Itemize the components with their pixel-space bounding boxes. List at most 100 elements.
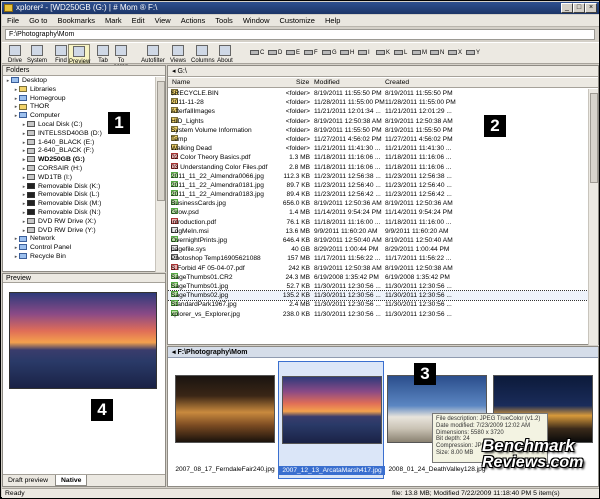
tree-item[interactable]: ▸ Desktop — [3, 77, 155, 86]
tab-native[interactable]: Native — [55, 475, 88, 486]
menu-item-actions[interactable]: Actions — [176, 15, 211, 27]
file-modified: 11/18/2011 11:16:00 ... — [314, 218, 381, 226]
file-row[interactable]: $RECYCLE.BIN <folder> 8/19/2011 11:55:50 P… — [168, 89, 588, 98]
drive-button-x[interactable]: X — [448, 48, 462, 59]
folder-scroll-thumb[interactable] — [157, 81, 165, 201]
columns-button[interactable]: Columns — [191, 44, 215, 64]
file-name: System Volume Information — [171, 126, 252, 134]
thumbnail[interactable]: 2007_08_17_FerndaleFair240.jpg — [172, 361, 278, 479]
tree-item[interactable]: ▸ THOR — [3, 103, 155, 112]
file-row[interactable]: AfterfallImages <folder> 11/21/2011 12:01:… — [168, 107, 588, 116]
file-row[interactable]: xplorer_vs_Explorer.jpg 238.0 KB 11/30/201… — [168, 309, 588, 319]
tree-item[interactable]: ▸ INTELSSD40GB (D:) — [3, 130, 155, 139]
menu-item-view[interactable]: View — [150, 15, 176, 27]
file-row[interactable]: 2011_11_22_Almendra0181.jpg 89.7 KB 11/23/… — [168, 180, 588, 190]
file-row[interactable]: Walking Dead <folder> 11/21/2011 11:41:30 … — [168, 144, 588, 153]
drive-button-d[interactable]: D — [268, 48, 282, 59]
menu-item-customize[interactable]: Customize — [275, 15, 320, 27]
drive-button-y[interactable]: Y — [466, 48, 480, 59]
file-row[interactable]: 02 Color Theory Basics.pdf 1.3 MB 11/18/20… — [168, 153, 588, 162]
menu-item-go-to[interactable]: Go to — [24, 15, 52, 27]
drive-button-i[interactable]: I — [358, 48, 370, 59]
file-modified: 11/23/2011 12:56:40 ... — [314, 181, 381, 189]
tree-item[interactable]: ▸ Libraries — [3, 86, 155, 95]
about-button[interactable]: About — [214, 44, 236, 64]
tree-item[interactable]: ▸ Network — [3, 235, 155, 244]
drive-button-m[interactable]: M — [412, 48, 427, 59]
file-modified: 8/29/2011 1:00:44 PM — [314, 246, 379, 254]
menu-item-window[interactable]: Window — [238, 15, 275, 27]
file-row[interactable]: BusinessCards.jpg 656.0 KB 8/19/2011 12:50… — [168, 199, 588, 208]
file-row[interactable]: Temp <folder> 11/27/2011 4:56:02 PM 11/27/2… — [168, 134, 588, 144]
file-row[interactable]: 2011_11_22_Almendra0066.jpg 112.3 KB 11/23… — [168, 171, 588, 181]
folder-scrollbar[interactable] — [155, 77, 165, 272]
drive-button-h[interactable]: H — [340, 48, 354, 59]
column-created[interactable]: Created — [385, 78, 409, 88]
file-row[interactable]: Photoshop Temp16905621088 157 MB 11/17/201… — [168, 254, 588, 263]
tree-item[interactable]: ▸ CORSAIR (H:) — [3, 165, 155, 174]
file-row[interactable]: 03 Understanding Color Files.pdf 2.8 MB 11… — [168, 162, 588, 172]
drive-button-f[interactable]: F — [304, 48, 318, 59]
tree-item[interactable]: ▸ Homegroup — [3, 95, 155, 104]
file-row[interactable]: 2011-11-28 <folder> 11/28/2011 11:55:00 PM… — [168, 98, 588, 107]
minimize-button[interactable]: _ — [561, 3, 573, 13]
column-modified[interactable]: Modified — [314, 78, 340, 88]
file-row[interactable]: 2011_11_22_Almendra0183.jpg 89.4 KB 11/23/… — [168, 190, 588, 199]
file-row[interactable]: SageThumbs01.jpg 52.7 KB 11/30/2011 12:30:… — [168, 281, 588, 291]
menu-item-mark[interactable]: Mark — [100, 15, 127, 27]
tree-item[interactable]: ▸ WD1TB (I:) — [3, 174, 155, 183]
file-row[interactable]: System Volume Information <folder> 8/19/20… — [168, 125, 588, 135]
list-scroll-thumb[interactable] — [590, 93, 598, 183]
drive-button-k[interactable]: K — [376, 48, 390, 59]
column-size[interactable]: Size — [296, 78, 309, 88]
close-button[interactable]: × — [585, 3, 597, 13]
address-bar[interactable]: F:\Photography\Mom — [5, 29, 595, 40]
system-button[interactable]: System — [26, 44, 48, 64]
to-scrap-button[interactable]: To scrap — [110, 44, 132, 70]
tree-item[interactable]: ▸ Removable Disk (K:) — [3, 183, 155, 192]
maximize-button[interactable]: □ — [573, 3, 585, 13]
tree-item[interactable]: ▸ 2-640_BLACK (F:) — [3, 147, 155, 156]
drive-button-n[interactable]: N — [430, 48, 444, 59]
menu-item-bookmarks[interactable]: Bookmarks — [52, 15, 100, 27]
file-row[interactable]: LogMeIn.msi 13.6 MB 9/9/2011 11:60:20 AM 9/… — [168, 226, 588, 236]
tree-item[interactable]: ▸ Removable Disk (N:) — [3, 209, 155, 218]
drive-button-g[interactable]: G — [322, 48, 337, 59]
file-row[interactable]: SageThumbs02.jpg 135.2 KB 11/30/2011 12:30… — [168, 290, 588, 302]
file-row[interactable]: S Forbid 4F 05-04-07.pdf 242 KB 8/19/2011 … — [168, 263, 588, 273]
column-name[interactable]: Name — [172, 78, 190, 88]
menu-item-tools[interactable]: Tools — [210, 15, 238, 27]
file-row[interactable]: HID_Lights <folder> 8/19/2011 12:50:38 AM 8… — [168, 116, 588, 126]
tab-draft-preview[interactable]: Draft preview — [3, 475, 53, 486]
tree-item[interactable]: ▸ Removable Disk (L:) — [3, 191, 155, 200]
menu-item-help[interactable]: Help — [320, 15, 345, 27]
tree-item[interactable]: ▸ DVD RW Drive (X:) — [3, 218, 155, 227]
preview-button[interactable]: Preview — [68, 44, 90, 65]
thumbnail[interactable]: 2007_12_13_ArcataMarsh417.jpg — [278, 361, 385, 479]
list-scrollbar[interactable] — [588, 89, 598, 345]
drive-button-e[interactable]: E — [286, 48, 300, 59]
autofilter-button[interactable]: Autofilter — [140, 44, 166, 64]
tree-item[interactable]: ▸ DVD RW Drive (Y:) — [3, 227, 155, 236]
views-button[interactable]: Views — [167, 44, 189, 64]
tree-item[interactable]: ▸ Local Disk (C:) — [3, 121, 155, 130]
tree-item[interactable]: ▸ Control Panel — [3, 244, 155, 253]
file-row[interactable]: StandardPark1967.jpg 2.4 MB 11/30/2011 12:… — [168, 300, 588, 309]
file-row[interactable]: OvernightPrints.jpg 646.4 KB 8/19/2011 12:… — [168, 236, 588, 245]
tree-item[interactable]: ▸ 1-640_BLACK (E:) — [3, 139, 155, 148]
file-row[interactable]: Grow.psd 1.4 MB 11/14/2011 9:54:24 PM 11/14… — [168, 208, 588, 217]
drive-button-l[interactable]: L — [394, 48, 407, 59]
drive-button[interactable]: Drive — [4, 44, 26, 64]
file-row[interactable]: pagefile.sys 40 GB 8/29/2011 1:00:44 PM 8/2… — [168, 245, 588, 254]
tree-item[interactable]: ▸ Removable Disk (M:) — [3, 200, 155, 209]
file-row[interactable]: SageThumbs01.CR2 24.3 MB 6/19/2008 1:35:42… — [168, 272, 588, 282]
file-row[interactable]: introduction.pdf 76.1 KB 11/18/2011 11:16:… — [168, 217, 588, 227]
file-modified: 11/27/2011 4:56:02 PM — [314, 135, 382, 143]
tree-item[interactable]: ▸ WD250GB (G:) — [3, 156, 155, 165]
menu-item-file[interactable]: File — [2, 15, 24, 27]
menu-item-edit[interactable]: Edit — [127, 15, 150, 27]
tree-item[interactable]: ▸ Computer — [3, 112, 155, 121]
tree-item[interactable]: ▸ Recycle Bin — [3, 253, 155, 262]
drive-button-c[interactable]: C — [250, 48, 264, 59]
file-created: 6/19/2008 1:35:42 PM — [385, 273, 450, 281]
